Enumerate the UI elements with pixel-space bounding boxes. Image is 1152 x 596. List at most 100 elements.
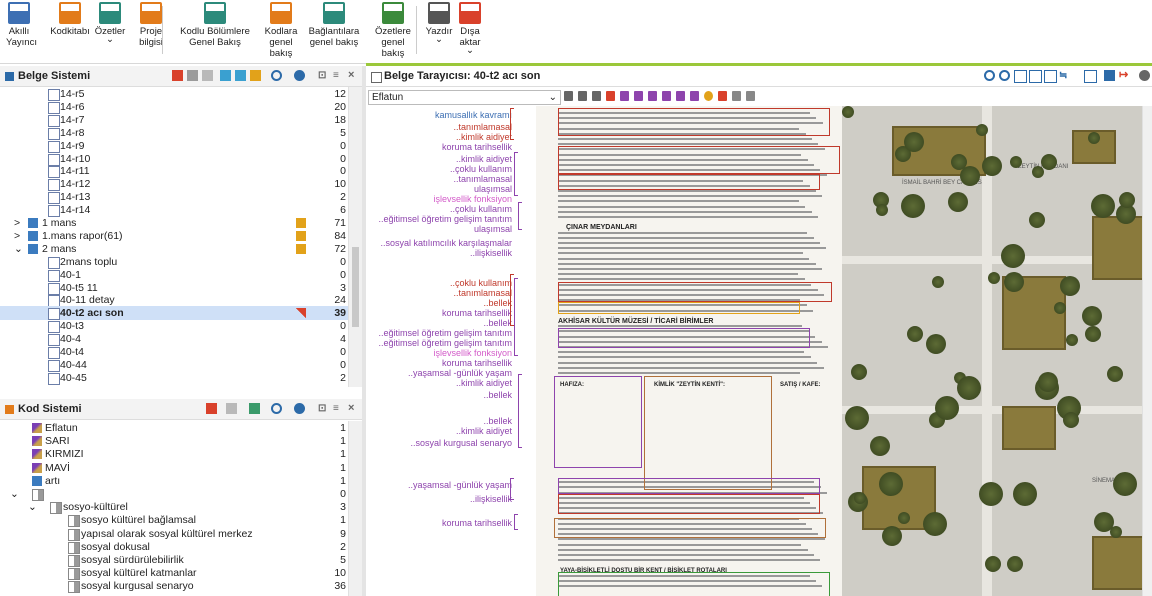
coded-segment-highlight[interactable] (558, 478, 820, 494)
margin-code-label[interactable]: ..tanımlamasal (453, 288, 512, 298)
code-row[interactable]: sosyal dokusal 2 (0, 540, 348, 554)
expand-toggle-icon[interactable]: ⌄ (28, 500, 37, 514)
emoticon-icon[interactable] (704, 91, 713, 101)
new-set-icon[interactable] (250, 70, 261, 81)
code-row[interactable]: ⌄ sosyo-kültürel 3 (0, 500, 348, 515)
coded-segment-highlight[interactable] (558, 302, 800, 314)
comment-icon[interactable] (746, 91, 755, 101)
margin-code-label[interactable]: koruma tarihsellik (442, 518, 512, 528)
margin-code-label[interactable]: ..ilişkisellik (470, 494, 512, 504)
gear-icon[interactable] (294, 70, 305, 81)
code-stripe[interactable] (518, 202, 522, 230)
tree-row[interactable]: 40-1 0 (0, 268, 348, 282)
coded-segment-highlight[interactable] (558, 174, 820, 190)
margin-code-label[interactable]: işlevsellik fonksiyon (433, 194, 512, 204)
margin-code-label[interactable]: ..kimlik aidiyet (456, 378, 512, 388)
margin-code-label[interactable]: ..kimlik aidiyet (456, 132, 512, 142)
code-stripe[interactable] (514, 152, 518, 196)
print-doc-icon[interactable] (1104, 70, 1115, 81)
tree-row[interactable]: 40-t3 0 (0, 319, 348, 334)
ribbon-button[interactable]: Akıllı Yayıncı (6, 2, 37, 48)
margin-code-label[interactable]: ..ilişkisellik (470, 248, 512, 258)
pen-icon[interactable] (662, 91, 671, 101)
tree-row[interactable]: 14-r9 0 (0, 139, 348, 153)
code-row[interactable]: Eflatun 1 (0, 421, 348, 435)
margin-code-label[interactable]: ..yaşamsal -günlük yaşam (408, 480, 512, 490)
new-code-icon[interactable] (249, 403, 260, 414)
code-gear-icon[interactable] (294, 403, 305, 414)
ribbon-button[interactable]: Bağlantılara genel bakış (306, 2, 362, 48)
document-tree-scrollbar[interactable] (348, 87, 362, 387)
ribbon-button[interactable]: Kodkitabı (50, 2, 90, 37)
code-undock-icon[interactable]: ⊡ (318, 403, 329, 414)
tree-row[interactable]: >1 mans 71 (0, 216, 348, 230)
coded-segment-highlight[interactable] (554, 518, 826, 538)
code-stripe[interactable] (510, 478, 514, 500)
code-stripe[interactable] (510, 108, 514, 140)
eraser-icon[interactable] (732, 91, 741, 101)
pen-icon[interactable] (648, 91, 657, 101)
ribbon-button[interactable]: Özetler ⌄ (92, 2, 128, 44)
tree-row[interactable]: 2mans toplu 0 (0, 255, 348, 269)
code-select-dropdown[interactable]: Eflatun ⌄ (368, 90, 561, 105)
tree-row[interactable]: 40-11 detay 24 (0, 293, 348, 308)
tree-row[interactable]: 40-4 4 (0, 332, 348, 347)
code-row[interactable]: sosyo kültürel bağlamsal 1 (0, 513, 348, 528)
coded-segment-highlight[interactable] (558, 572, 830, 596)
code-stripe[interactable] (518, 374, 522, 448)
fit-page-icon[interactable] (1014, 70, 1027, 83)
margin-code-label[interactable]: ..bellek (483, 390, 512, 400)
coded-segment-highlight[interactable] (558, 146, 840, 174)
code-row[interactable]: sosyal kurgusal senaryo 36 (0, 579, 348, 594)
margin-code-label[interactable]: ..yaşamsal -günlük yaşam (408, 368, 512, 378)
margin-code-label[interactable]: ..çoklu kullanım (450, 278, 512, 288)
coded-segment-highlight[interactable] (558, 328, 810, 348)
new-document-icon[interactable] (220, 70, 231, 81)
coded-segment-highlight[interactable] (554, 376, 642, 468)
code-tree-scrollbar[interactable] (348, 421, 362, 596)
expand-toggle-icon[interactable]: ⌄ (10, 487, 19, 501)
ribbon-button[interactable]: Dışa aktar ⌄ (456, 2, 484, 55)
ribbon-button[interactable]: Kodlu Bölümlere Genel Bakış (176, 2, 254, 48)
pin-icon[interactable] (718, 91, 727, 101)
margin-code-label[interactable]: ..bellek (483, 318, 512, 328)
pen-icon[interactable] (620, 91, 629, 101)
scroll-thumb[interactable] (352, 247, 359, 327)
margin-code-label[interactable]: ..sosyal katılımcılık karşılaşmalar (380, 238, 512, 248)
code-stripe[interactable] (514, 278, 518, 356)
margin-code-label[interactable]: ..çoklu kullanım (450, 164, 512, 174)
margin-code-label[interactable]: ..kimlik aidiyet (456, 154, 512, 164)
margin-code-label[interactable]: ..bellek (483, 416, 512, 426)
code-stripe[interactable] (514, 514, 518, 530)
margin-code-label[interactable]: ..tanımlamasal (453, 122, 512, 132)
margin-code-label[interactable]: koruma tarihsellik (442, 142, 512, 152)
window-icon[interactable] (1084, 70, 1097, 83)
close-icon[interactable]: × (348, 70, 359, 81)
pen-icon[interactable] (634, 91, 643, 101)
activate-docs-icon[interactable] (172, 70, 183, 81)
margin-code-label[interactable]: koruma tarihsellik (442, 308, 512, 318)
tree-row[interactable]: 14-r8 5 (0, 126, 348, 140)
tree-row[interactable]: 40-44 0 (0, 358, 348, 372)
undock-icon[interactable]: ⊡ (318, 70, 329, 81)
margin-code-label[interactable]: kamusallık kavramı (435, 110, 512, 120)
margin-code-label[interactable]: koruma tarihsellik (442, 358, 512, 368)
coded-segment-highlight[interactable] (644, 376, 772, 490)
memo-icon[interactable] (296, 230, 306, 241)
search-icon[interactable] (271, 70, 282, 81)
ribbon-button[interactable]: Yazdır ⌄ (424, 2, 454, 44)
settings-icon[interactable] (1139, 70, 1150, 81)
memo-icon[interactable] (296, 243, 306, 254)
margin-code-label[interactable]: ..tanımlamasal (453, 174, 512, 184)
expand-toggle-icon[interactable]: > (14, 229, 20, 243)
margin-code-label[interactable]: ulaşımsal (474, 184, 512, 194)
expand-toggle-icon[interactable]: > (14, 216, 20, 230)
code-row[interactable]: sosyal kültürel katmanlar 10 (0, 566, 348, 581)
group-docs-icon[interactable] (187, 70, 198, 81)
pen-icon[interactable] (676, 91, 685, 101)
collapse-icon[interactable]: ≡ (333, 70, 344, 81)
code-close-icon[interactable]: × (348, 403, 359, 414)
code-row[interactable]: SARI 1 (0, 434, 348, 448)
ribbon-button[interactable]: Kodlara genel bakış (258, 2, 304, 59)
code-selector-icon[interactable] (564, 91, 573, 101)
